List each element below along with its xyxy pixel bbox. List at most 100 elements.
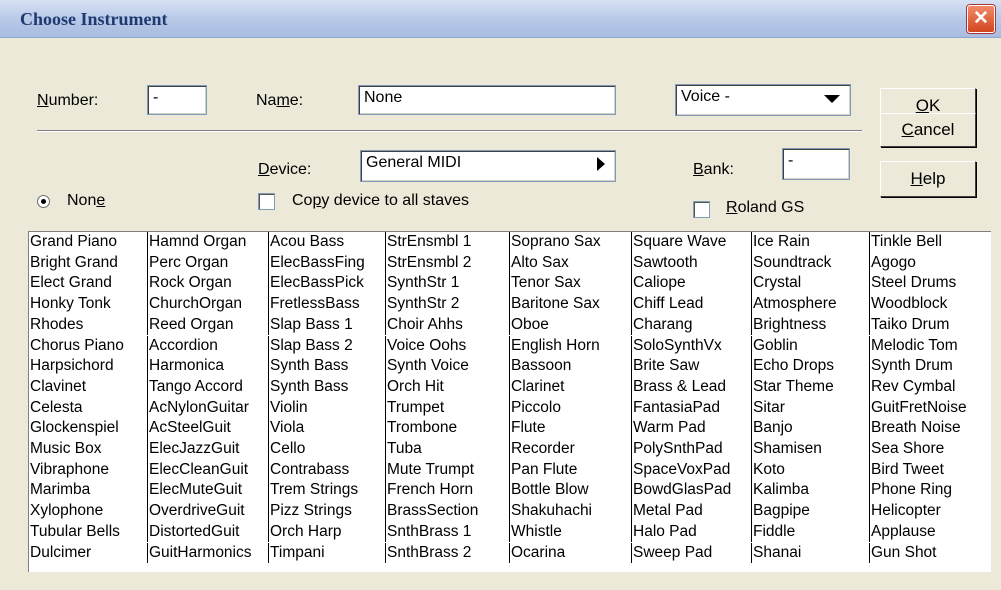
instrument-item[interactable]: Shanai xyxy=(751,542,869,564)
instrument-item[interactable]: Soprano Sax xyxy=(509,232,631,253)
instrument-item[interactable]: Tinkle Bell xyxy=(869,232,991,253)
instrument-item[interactable]: Melodic Tom xyxy=(869,335,991,357)
instrument-item[interactable]: Bright Grand xyxy=(29,253,147,274)
instrument-item[interactable]: Pizz Strings xyxy=(268,501,385,522)
device-selector[interactable]: General MIDI xyxy=(360,150,616,182)
instrument-item[interactable]: Choir Ahhs xyxy=(385,314,509,336)
instrument-item[interactable]: Synth Drum xyxy=(869,356,991,377)
instrument-item[interactable]: Celesta xyxy=(29,398,147,419)
roland-gs-checkbox[interactable] xyxy=(693,201,710,218)
instrument-item[interactable]: Glockenspiel xyxy=(29,418,147,439)
instrument-item[interactable]: Harpsichord xyxy=(29,356,147,377)
instrument-item[interactable]: Shamisen xyxy=(751,439,869,460)
instrument-item[interactable]: ElecBassPick xyxy=(268,273,385,295)
instrument-item[interactable]: English Horn xyxy=(509,335,631,357)
instrument-item[interactable]: Shakuhachi xyxy=(509,501,631,522)
instrument-item[interactable]: Sweep Pad xyxy=(631,542,751,564)
instrument-item[interactable]: Trombone xyxy=(385,418,509,439)
instrument-item[interactable]: BrassSection xyxy=(385,501,509,522)
instrument-item[interactable]: Slap Bass 1 xyxy=(268,314,385,336)
name-input[interactable]: None xyxy=(358,85,616,115)
instrument-item[interactable]: Slap Bass 2 xyxy=(268,335,385,357)
instrument-item[interactable]: Square Wave xyxy=(631,232,751,253)
instrument-item[interactable]: SynthStr 1 xyxy=(385,273,509,295)
instrument-item[interactable]: SpaceVoxPad xyxy=(631,459,751,481)
instrument-item[interactable]: Synth Bass xyxy=(268,376,385,398)
instrument-item[interactable]: Ocarina xyxy=(509,542,631,564)
instrument-item[interactable]: Clarinet xyxy=(509,376,631,398)
instrument-item[interactable]: Brite Saw xyxy=(631,356,751,377)
instrument-item[interactable]: Orch Hit xyxy=(385,376,509,398)
voice-dropdown[interactable]: Voice - xyxy=(675,84,851,116)
instrument-item[interactable]: Violin xyxy=(268,397,385,419)
bank-input[interactable]: - xyxy=(782,148,850,180)
instrument-item[interactable]: Mute Trumpt xyxy=(385,459,509,481)
instrument-item[interactable]: Sitar xyxy=(751,397,869,419)
instrument-item[interactable]: Marimba xyxy=(29,480,147,501)
instrument-item[interactable]: Bottle Blow xyxy=(509,480,631,502)
instrument-item[interactable]: SnthBrass 1 xyxy=(385,521,509,543)
instrument-item[interactable]: Vibraphone xyxy=(29,460,147,481)
instrument-item[interactable]: Chorus Piano xyxy=(29,336,147,357)
instrument-item[interactable]: Perc Organ xyxy=(147,252,268,274)
instrument-item[interactable]: Helicopter xyxy=(869,501,991,522)
instrument-item[interactable]: Viola xyxy=(268,418,385,439)
instrument-item[interactable]: Synth Bass xyxy=(268,356,385,377)
instrument-item[interactable]: Breath Noise xyxy=(869,418,991,439)
instrument-item[interactable]: Tango Accord xyxy=(147,376,268,398)
instrument-item[interactable]: SoloSynthVx xyxy=(631,335,751,357)
instrument-item[interactable]: Accordion xyxy=(147,335,268,357)
instrument-item[interactable]: Grand Piano xyxy=(29,232,147,253)
instrument-item[interactable]: Elect Grand xyxy=(29,273,147,294)
instrument-item[interactable]: Tuba xyxy=(385,439,509,460)
instrument-item[interactable]: Clavinet xyxy=(29,377,147,398)
instrument-item[interactable]: Piccolo xyxy=(509,397,631,419)
instrument-item[interactable]: FretlessBass xyxy=(268,294,385,315)
instrument-item[interactable]: AcNylonGuitar xyxy=(147,397,268,419)
instrument-item[interactable]: Woodblock xyxy=(869,294,991,315)
instrument-item[interactable]: AcSteelGuit xyxy=(147,418,268,439)
instrument-item[interactable]: StrEnsmbl 2 xyxy=(385,252,509,274)
instrument-item[interactable]: Cello xyxy=(268,439,385,460)
instrument-item[interactable]: ElecMuteGuit xyxy=(147,480,268,502)
instrument-item[interactable]: Recorder xyxy=(509,439,631,460)
instrument-item[interactable]: Dulcimer xyxy=(29,543,147,564)
instrument-item[interactable]: OverdriveGuit xyxy=(147,501,268,522)
instrument-item[interactable]: Harmonica xyxy=(147,356,268,377)
instrument-item[interactable]: Rev Cymbal xyxy=(869,376,991,398)
instrument-item[interactable]: PolySnthPad xyxy=(631,439,751,460)
instrument-item[interactable]: Phone Ring xyxy=(869,480,991,502)
instrument-item[interactable]: Alto Sax xyxy=(509,252,631,274)
instrument-item[interactable]: DistortedGuit xyxy=(147,521,268,543)
instrument-item[interactable]: Brass & Lead xyxy=(631,376,751,398)
instrument-item[interactable]: Rock Organ xyxy=(147,273,268,295)
instrument-item[interactable]: Flute xyxy=(509,418,631,439)
copy-device-checkbox[interactable] xyxy=(258,193,275,210)
instrument-item[interactable]: Kalimba xyxy=(751,480,869,502)
help-button[interactable]: Help xyxy=(880,161,976,197)
instrument-item[interactable]: Rhodes xyxy=(29,315,147,336)
instrument-item[interactable]: Koto xyxy=(751,459,869,481)
instrument-item[interactable]: Honky Tonk xyxy=(29,294,147,315)
instrument-item[interactable]: BowdGlasPad xyxy=(631,480,751,502)
instrument-item[interactable]: Pan Flute xyxy=(509,459,631,481)
instrument-item[interactable]: Baritone Sax xyxy=(509,294,631,315)
instrument-item[interactable]: Steel Drums xyxy=(869,273,991,295)
instrument-item[interactable]: SnthBrass 2 xyxy=(385,542,509,564)
instrument-item[interactable]: Synth Voice xyxy=(385,356,509,377)
instrument-item[interactable]: ElecJazzGuit xyxy=(147,439,268,460)
instrument-item[interactable]: Metal Pad xyxy=(631,501,751,522)
instrument-item[interactable]: Sawtooth xyxy=(631,252,751,274)
instrument-item[interactable]: SynthStr 2 xyxy=(385,294,509,315)
instrument-item[interactable]: Agogo xyxy=(869,252,991,274)
instrument-item[interactable]: Music Box xyxy=(29,439,147,460)
instrument-item[interactable]: Xylophone xyxy=(29,501,147,522)
instrument-item[interactable]: Warm Pad xyxy=(631,418,751,439)
instrument-item[interactable]: Soundtrack xyxy=(751,252,869,274)
instrument-item[interactable]: Atmosphere xyxy=(751,294,869,315)
instrument-item[interactable]: Sea Shore xyxy=(869,439,991,460)
instrument-item[interactable]: Timpani xyxy=(268,542,385,564)
instrument-item[interactable]: ElecBassFing xyxy=(268,252,385,274)
instrument-item[interactable]: Ice Rain xyxy=(751,232,869,253)
instrument-item[interactable]: Caliope xyxy=(631,273,751,295)
